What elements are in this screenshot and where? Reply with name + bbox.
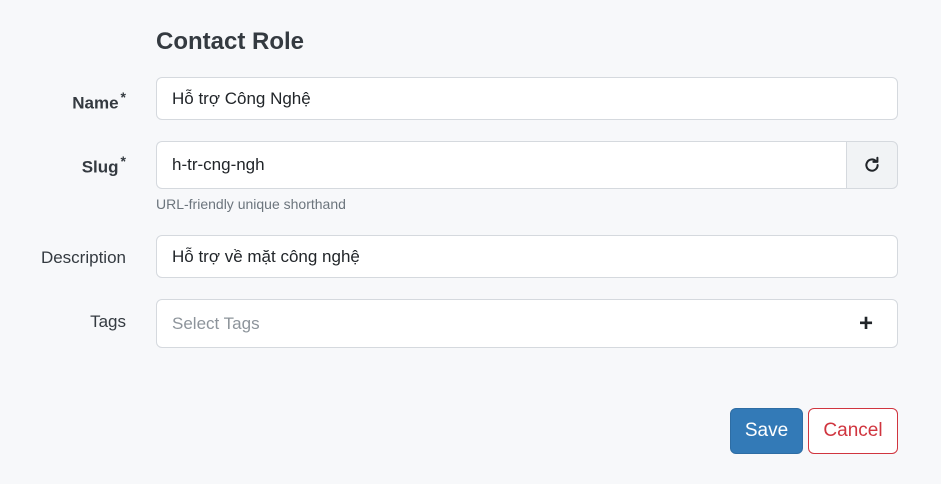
name-field[interactable]: Hỗ trợ Công Nghệ xyxy=(156,77,898,120)
required-mark: * xyxy=(120,153,126,169)
description-label: Description xyxy=(40,248,126,267)
slug-input-value: h-tr-cng-ngh xyxy=(172,155,265,174)
slug-field[interactable]: h-tr-cng-ngh xyxy=(156,141,846,189)
tags-placeholder: Select Tags xyxy=(172,313,260,333)
required-mark: * xyxy=(120,89,126,105)
tags-select[interactable]: Select Tags + xyxy=(156,299,898,348)
slug-help-text: URL-friendly unique shorthand xyxy=(156,196,346,212)
name-input-value: Hỗ trợ Công Nghệ xyxy=(172,88,311,108)
description-field[interactable]: Hỗ trợ về mặt công nghệ xyxy=(156,235,898,278)
refresh-icon xyxy=(865,156,879,172)
regenerate-slug-button[interactable] xyxy=(846,141,898,189)
plus-icon[interactable]: + xyxy=(859,310,873,338)
slug-group: h-tr-cng-ngh xyxy=(156,141,898,189)
save-button[interactable]: Save xyxy=(730,408,803,454)
description-input-value: Hỗ trợ về mặt công nghệ xyxy=(172,246,360,266)
slug-label: Slug * xyxy=(81,153,126,177)
page-title: Contact Role xyxy=(156,28,305,55)
tags-label: Tags xyxy=(90,312,126,331)
cancel-button[interactable]: Cancel xyxy=(808,408,898,454)
name-label: Name * xyxy=(72,89,126,113)
